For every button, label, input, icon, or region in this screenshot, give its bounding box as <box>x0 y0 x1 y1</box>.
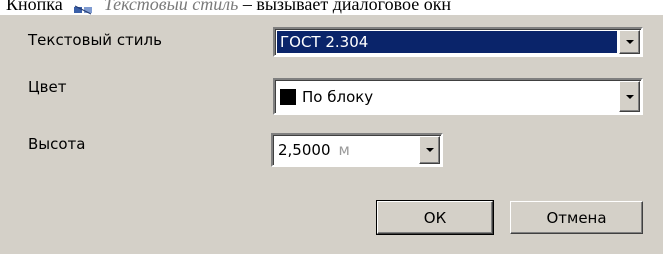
chevron-down-icon <box>425 148 434 152</box>
text-style-dropdown-button[interactable] <box>619 30 640 54</box>
text-style-dialog: Текстовый стиль ГОСТ 2.304 Цвет По блоку… <box>0 15 663 254</box>
color-swatch-icon <box>280 88 296 105</box>
height-value-text: 2,5000 <box>278 141 331 159</box>
color-dropdown-button[interactable] <box>619 81 640 112</box>
color-label: Цвет <box>28 78 67 96</box>
document-text-suffix: – вызывает диалоговое окн <box>242 0 452 14</box>
cancel-button[interactable]: Отмена <box>510 201 643 234</box>
chevron-down-icon <box>625 94 634 99</box>
document-text-prefix: Кнопка <box>6 0 63 14</box>
height-unit: м <box>338 141 350 159</box>
height-dropdown-button[interactable] <box>419 136 440 164</box>
color-value-text: По блоку <box>302 87 374 106</box>
height-label: Высота <box>28 135 86 153</box>
ok-button[interactable]: ОК <box>376 200 494 235</box>
text-style-label: Текстовый стиль <box>28 31 162 49</box>
chevron-down-icon <box>625 40 634 44</box>
text-style-toolbar-icon <box>73 0 93 15</box>
height-value: 2,5000 м <box>275 137 417 163</box>
document-text-italic: Текстовый стиль <box>103 0 239 14</box>
text-style-select[interactable]: ГОСТ 2.304 <box>273 27 643 57</box>
height-select[interactable]: 2,5000 м <box>271 133 443 167</box>
document-text-line: Кнопка Текстовый стиль – вызывает диалог… <box>6 0 451 15</box>
color-select[interactable]: По блоку <box>273 78 643 115</box>
color-value: По блоку <box>277 82 617 111</box>
text-style-value: ГОСТ 2.304 <box>277 31 617 53</box>
